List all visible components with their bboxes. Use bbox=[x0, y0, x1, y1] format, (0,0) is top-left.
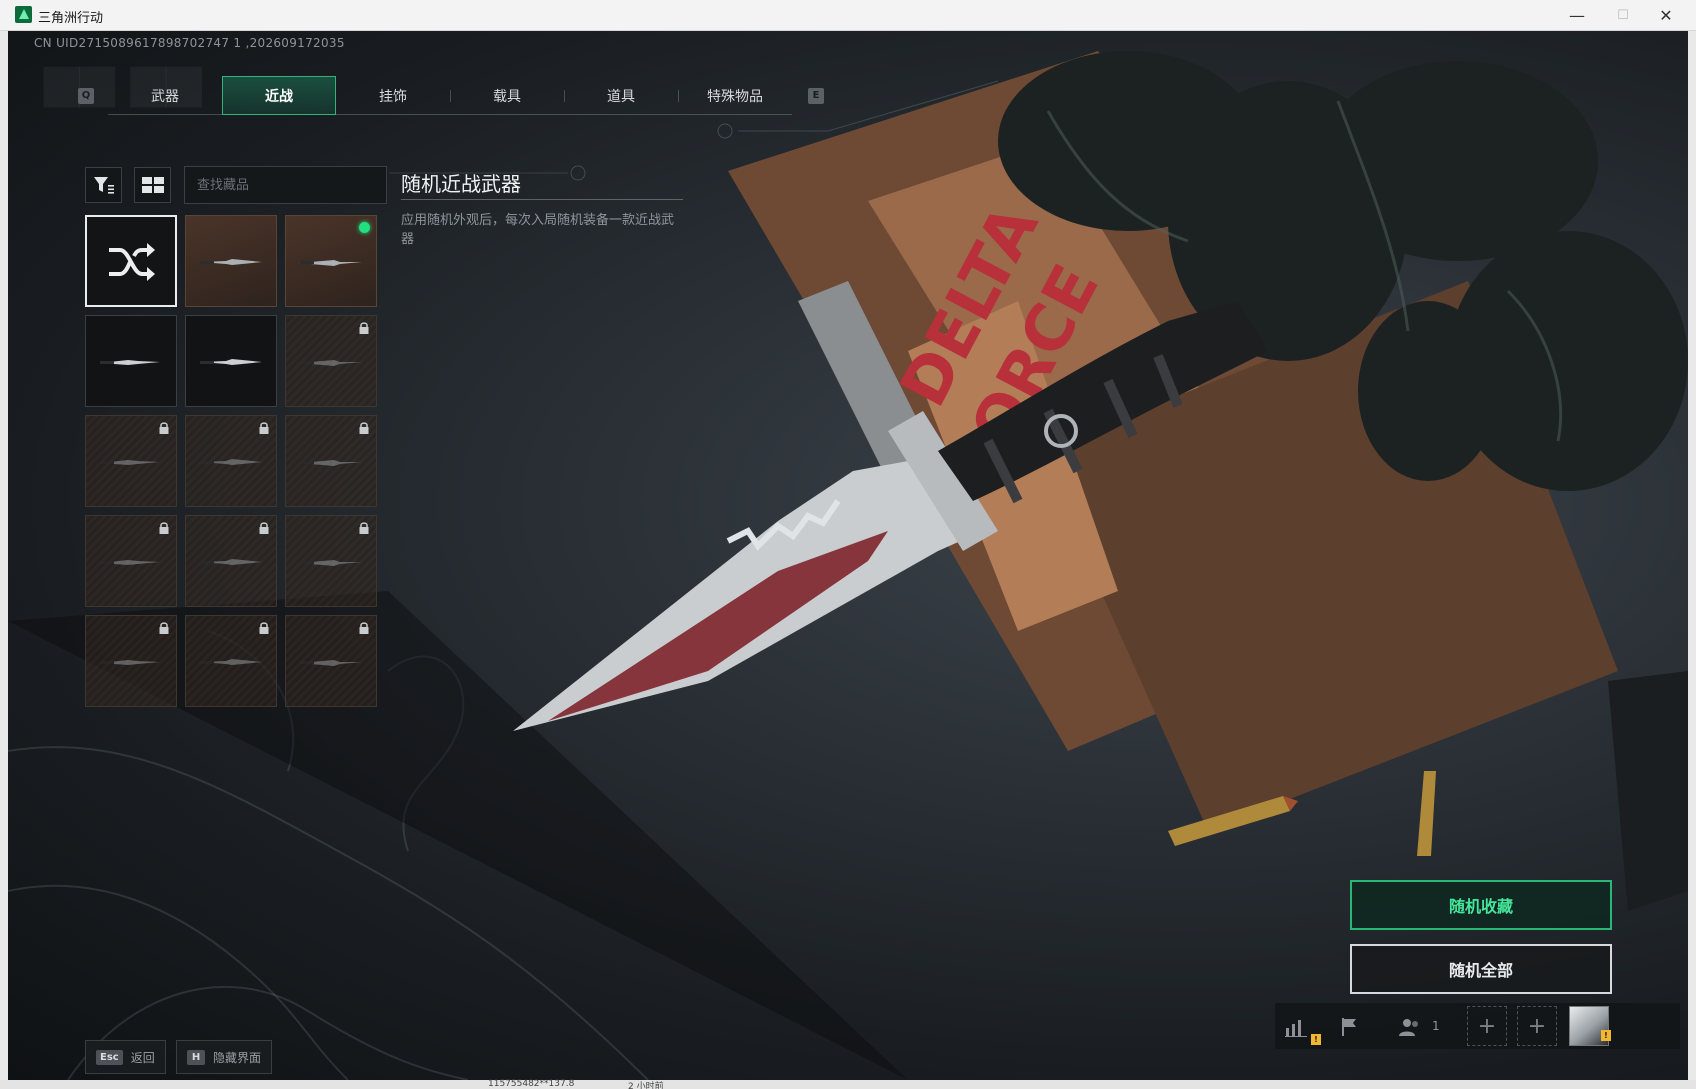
collection-grid bbox=[85, 215, 377, 707]
flag-button[interactable] bbox=[1335, 1012, 1365, 1042]
melee-skin-item[interactable] bbox=[185, 515, 277, 607]
equipped-indicator bbox=[359, 222, 370, 233]
esc-key-hint: Esc bbox=[96, 1049, 123, 1065]
taskbar-text-a: 115755482**137.8 bbox=[488, 1079, 575, 1089]
lock-icon bbox=[159, 622, 169, 634]
lock-icon bbox=[359, 322, 369, 334]
lock-icon bbox=[259, 622, 269, 634]
hide-ui-label: 隐藏界面 bbox=[213, 1050, 262, 1065]
next-tab-key-hint[interactable]: E bbox=[808, 87, 824, 104]
title-divider bbox=[401, 199, 683, 200]
melee-skin-item[interactable] bbox=[285, 215, 377, 307]
h-key-hint: H bbox=[187, 1049, 205, 1065]
melee-skin-item[interactable] bbox=[285, 415, 377, 507]
melee-skin-item[interactable] bbox=[185, 215, 277, 307]
search-input[interactable] bbox=[184, 166, 387, 204]
bar-chart-icon bbox=[1285, 1020, 1307, 1037]
app-logo-icon bbox=[15, 6, 32, 23]
back-hint-button[interactable]: Esc 返回 bbox=[85, 1040, 166, 1074]
shuffle-icon bbox=[109, 243, 155, 281]
add-teammate-slot-2[interactable]: + bbox=[1517, 1006, 1557, 1046]
tab-props[interactable]: 道具 bbox=[564, 76, 678, 115]
lock-icon bbox=[359, 622, 369, 634]
knife-thumbnail-icon bbox=[299, 260, 362, 266]
grid-view-button[interactable] bbox=[134, 167, 171, 203]
knife-thumbnail-icon bbox=[299, 460, 362, 466]
melee-skin-item[interactable] bbox=[285, 615, 377, 707]
grid-view-icon bbox=[141, 177, 164, 193]
window-titlebar: 三角洲行动 — ☐ ✕ bbox=[0, 0, 1696, 31]
add-teammate-slot-1[interactable]: + bbox=[1467, 1006, 1507, 1046]
knife-thumbnail-icon bbox=[100, 360, 160, 365]
tab-charms[interactable]: 挂饰 bbox=[336, 76, 450, 115]
filter-button[interactable] bbox=[85, 167, 122, 203]
filter-icon bbox=[93, 177, 114, 194]
knife-thumbnail-icon bbox=[299, 360, 362, 366]
taskbar-text-b: 2 小时前 bbox=[628, 1082, 664, 1089]
close-button[interactable]: ✕ bbox=[1643, 0, 1689, 31]
os-taskbar bbox=[0, 1080, 1696, 1089]
random-melee-item[interactable] bbox=[85, 215, 177, 307]
item-title: 随机近战武器 bbox=[401, 172, 521, 196]
knife-thumbnail-icon bbox=[299, 560, 362, 566]
tab-vehicles[interactable]: 载具 bbox=[450, 76, 564, 115]
lock-icon bbox=[259, 522, 269, 534]
game-viewport: DELTA FORCE ▆▆ ▆▆ CN UID2715089617898702… bbox=[8, 31, 1688, 1080]
melee-skin-item[interactable] bbox=[285, 315, 377, 407]
hide-ui-hint-button[interactable]: H 隐藏界面 bbox=[176, 1040, 273, 1074]
lock-icon bbox=[259, 422, 269, 434]
melee-skin-item[interactable] bbox=[85, 615, 177, 707]
item-description: 应用随机外观后，每次入局随机装备一款近战武器 bbox=[401, 213, 675, 247]
tab-weapons[interactable]: 武器 bbox=[108, 76, 222, 115]
random-favorites-button[interactable]: 随机收藏 bbox=[1350, 880, 1612, 930]
knife-thumbnail-icon bbox=[100, 460, 160, 465]
lock-icon bbox=[359, 422, 369, 434]
window-title: 三角洲行动 bbox=[38, 11, 104, 26]
stats-alert-badge: ! bbox=[1311, 1034, 1321, 1045]
knife-thumbnail-icon bbox=[100, 560, 160, 565]
knife-thumbnail-icon bbox=[200, 359, 262, 365]
knife-thumbnail-icon bbox=[200, 659, 262, 665]
knife-thumbnail-icon bbox=[200, 459, 262, 465]
melee-skin-item[interactable] bbox=[85, 415, 177, 507]
maximize-button[interactable]: ☐ bbox=[1600, 0, 1646, 31]
category-tabs: Q 武器 近战 挂饰 载具 道具 特殊物品 E bbox=[78, 76, 824, 115]
people-icon bbox=[1399, 1019, 1418, 1036]
plus-icon: + bbox=[1477, 1013, 1497, 1039]
melee-skin-item[interactable] bbox=[185, 315, 277, 407]
tab-melee[interactable]: 近战 bbox=[222, 76, 336, 115]
party-count: 1 bbox=[1432, 1019, 1440, 1033]
melee-skin-item[interactable] bbox=[185, 415, 277, 507]
melee-skin-item[interactable] bbox=[85, 515, 177, 607]
plus-icon: + bbox=[1527, 1013, 1547, 1039]
minimize-button[interactable]: — bbox=[1554, 0, 1600, 31]
knife-thumbnail-icon bbox=[200, 559, 262, 565]
knife-thumbnail-icon bbox=[100, 660, 160, 665]
melee-skin-item[interactable] bbox=[285, 515, 377, 607]
tab-special-items[interactable]: 特殊物品 bbox=[678, 76, 792, 115]
knife-thumbnail-icon bbox=[299, 660, 362, 666]
lock-icon bbox=[159, 522, 169, 534]
party-button[interactable] bbox=[1395, 1012, 1425, 1042]
lock-icon bbox=[159, 422, 169, 434]
avatar-alert-badge: ! bbox=[1601, 1030, 1611, 1041]
melee-skin-item[interactable] bbox=[85, 315, 177, 407]
lock-icon bbox=[359, 522, 369, 534]
flag-icon bbox=[1342, 1018, 1356, 1036]
melee-skin-item[interactable] bbox=[185, 615, 277, 707]
stats-button[interactable] bbox=[1281, 1012, 1311, 1042]
knife-thumbnail-icon bbox=[200, 259, 262, 265]
tab-bar: 武器 近战 挂饰 载具 道具 特殊物品 bbox=[108, 76, 792, 115]
uid-label: CN UID2715089617898702747 1 ,20260917203… bbox=[34, 36, 345, 50]
prev-tab-key-hint[interactable]: Q bbox=[78, 87, 94, 104]
random-all-button[interactable]: 随机全部 bbox=[1350, 944, 1612, 994]
back-label: 返回 bbox=[130, 1050, 155, 1065]
